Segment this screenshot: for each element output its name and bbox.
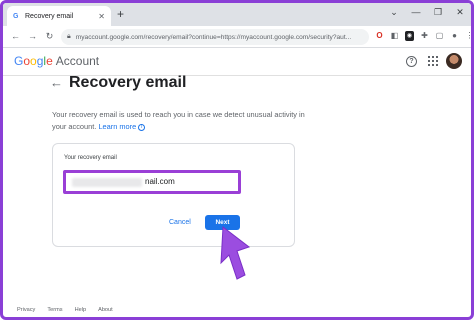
- back-icon[interactable]: ←: [9, 31, 22, 42]
- email-value: nail.com: [145, 177, 175, 186]
- cancel-button[interactable]: Cancel: [169, 219, 191, 226]
- footer-link-privacy[interactable]: Privacy: [17, 307, 35, 313]
- extension-icon[interactable]: ◧: [390, 31, 399, 41]
- footer-link-terms[interactable]: Terms: [47, 307, 62, 313]
- opera-extension-icon[interactable]: O: [375, 31, 384, 41]
- footer-link-about[interactable]: About: [98, 307, 113, 313]
- field-label: Your recovery email: [64, 155, 117, 161]
- back-arrow-icon[interactable]: ←: [50, 75, 63, 90]
- new-tab-icon[interactable]: +: [117, 7, 124, 21]
- recovery-email-card: Your recovery email nail.com Cancel Next: [52, 143, 295, 247]
- profile-icon[interactable]: ●: [450, 31, 459, 41]
- close-window-icon[interactable]: ✕: [455, 7, 465, 18]
- browser-window: G Recovery email ✕ + ⌄ — ❐ ✕ ← → ↻ 🔒︎ my…: [0, 0, 474, 320]
- tab-title: Recovery email: [25, 12, 74, 20]
- menu-icon[interactable]: ⋮: [465, 31, 472, 41]
- minimize-icon[interactable]: —: [411, 7, 421, 18]
- recovery-email-input[interactable]: nail.com: [63, 170, 241, 194]
- url-text: myaccount.google.com/recovery/email?cont…: [75, 33, 352, 41]
- close-icon[interactable]: ✕: [98, 12, 105, 21]
- footer-link-help[interactable]: Help: [75, 307, 87, 313]
- restore-icon[interactable]: ❐: [433, 7, 443, 18]
- browser-toolbar: ← → ↻ 🔒︎ myaccount.google.com/recovery/e…: [3, 26, 471, 48]
- help-icon[interactable]: ?: [406, 56, 417, 67]
- chevron-down-icon[interactable]: ⌄: [389, 7, 399, 18]
- pointer-arrow-icon: [220, 226, 251, 280]
- learn-more-link[interactable]: Learn more: [98, 122, 136, 131]
- tab-recovery-email[interactable]: G Recovery email ✕: [7, 6, 111, 26]
- tab-strip: G Recovery email ✕ + ⌄ — ❐ ✕: [3, 3, 471, 26]
- footer-links: Privacy Terms Help About: [17, 307, 113, 313]
- address-bar[interactable]: 🔒︎ myaccount.google.com/recovery/email?c…: [61, 29, 369, 45]
- lock-icon[interactable]: 🔒︎: [67, 33, 71, 41]
- page-title: Recovery email: [69, 74, 187, 91]
- reload-icon[interactable]: ↻: [43, 31, 56, 42]
- info-icon: i: [138, 123, 146, 131]
- google-account-logo[interactable]: Google Account: [14, 54, 99, 68]
- bookmark-icon[interactable]: ▢: [435, 31, 444, 41]
- page-description: Your recovery email is used to reach you…: [52, 109, 312, 133]
- forward-icon[interactable]: →: [26, 31, 39, 42]
- description-text: Your recovery email is used to reach you…: [52, 110, 305, 131]
- nav-buttons: ← → ↻: [9, 31, 56, 42]
- logo-suffix: Account: [55, 54, 100, 68]
- puzzle-icon[interactable]: ✚: [420, 31, 429, 41]
- account-header: Google Account ?: [3, 48, 471, 76]
- avatar[interactable]: [446, 53, 462, 69]
- apps-grid-icon[interactable]: [428, 56, 438, 66]
- google-favicon-icon: G: [13, 12, 19, 20]
- blurred-email-portion: [72, 178, 142, 187]
- window-controls: ⌄ — ❐ ✕: [389, 7, 465, 18]
- extensions: O ◧ ◉ ✚ ▢ ● ⋮: [375, 31, 472, 41]
- incognito-extension-icon[interactable]: ◉: [405, 31, 414, 41]
